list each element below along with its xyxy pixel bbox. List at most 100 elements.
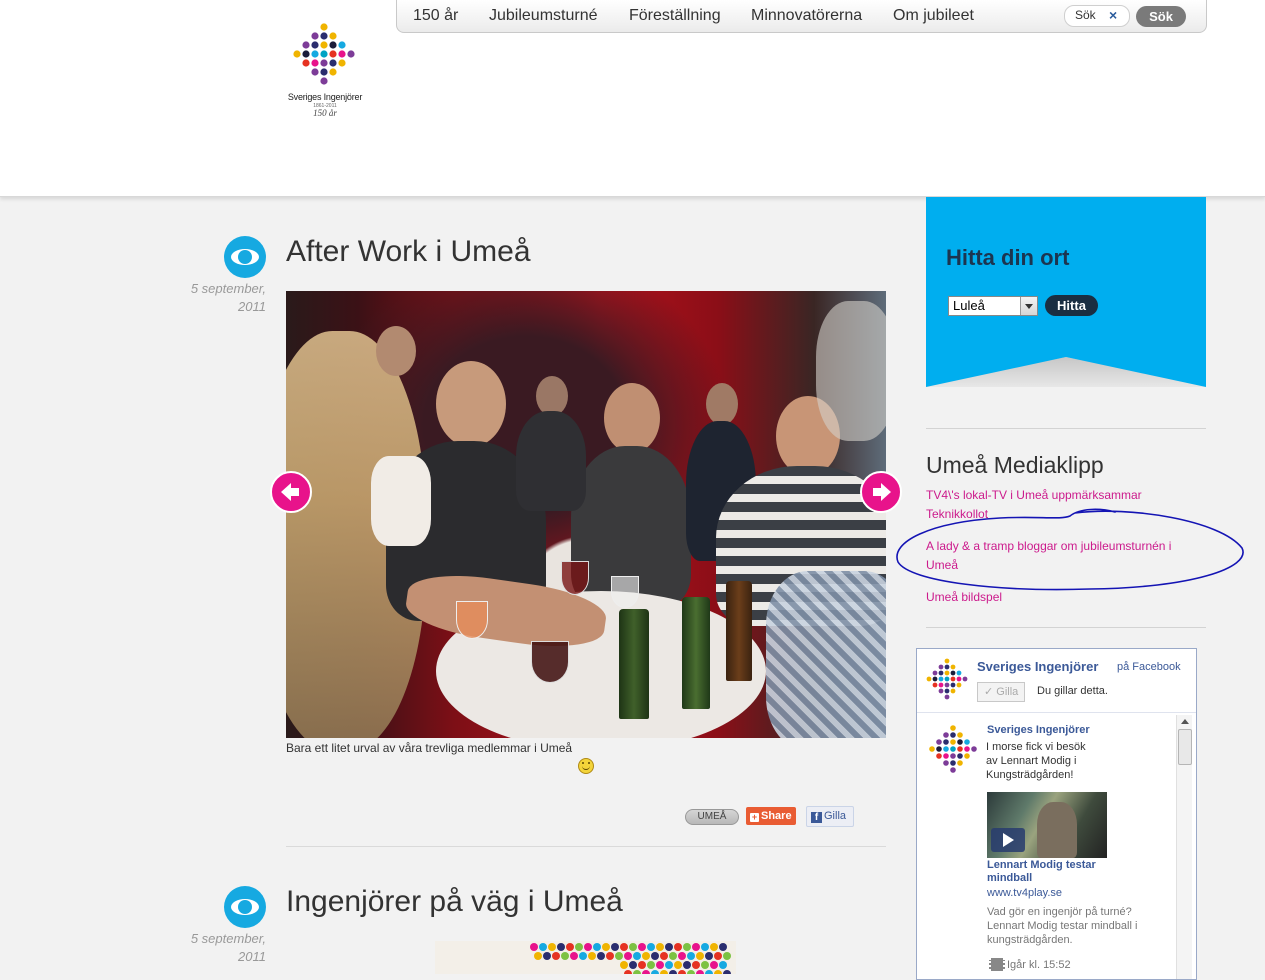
fb-page-name[interactable]: Sveriges Ingenjörer: [977, 659, 1098, 674]
photo-dot: [579, 952, 587, 960]
photo-dot: [620, 961, 628, 969]
photo-dot: [669, 952, 677, 960]
nav-item-om-jubileet[interactable]: Om jubileet: [893, 7, 974, 25]
post-date: 5 september, 2011: [188, 280, 266, 316]
photo-dot: [692, 943, 700, 951]
nav-item-jubileumsturne[interactable]: Jubileumsturné: [489, 7, 598, 25]
fb-video-thumbnail[interactable]: [987, 792, 1107, 858]
photo-dot: [651, 952, 659, 960]
logo-dot: [320, 77, 328, 85]
logo-dot: [338, 41, 346, 49]
site-logo[interactable]: Sveriges Ingenjörer 1861-2011 150 år: [284, 18, 366, 122]
post-caption: Bara ett litet urval av våra trevliga me…: [286, 741, 573, 755]
media-title: Umeå Mediaklipp: [926, 452, 1104, 478]
fb-like-button[interactable]: ✓ Gilla: [977, 682, 1025, 702]
logo-dot: [347, 50, 355, 58]
photo-dot: [660, 952, 668, 960]
logo-dot: [957, 739, 963, 745]
share-label: Share: [761, 810, 792, 822]
logo-dot: [929, 746, 935, 752]
photo-dot: [629, 943, 637, 951]
scroll-thumb[interactable]: [1178, 729, 1192, 765]
photo-dot: [719, 961, 727, 969]
fb-page-avatar[interactable]: [925, 657, 969, 701]
logo-dot: [329, 32, 337, 40]
check-icon: ✓: [984, 686, 994, 698]
logo-dot: [950, 682, 956, 688]
photo-dot: [633, 952, 641, 960]
post-divider: [286, 846, 886, 847]
logo-dot: [329, 50, 337, 58]
logo-dot: [932, 676, 938, 682]
facebook-like-button[interactable]: f Gilla: [806, 806, 854, 827]
post-title[interactable]: Ingenjörer på väg i Umeå: [286, 885, 623, 919]
photo-dot: [597, 952, 605, 960]
photo-dot: [552, 952, 560, 960]
photo-dot: [719, 943, 727, 951]
nav-item-minnovatorerna[interactable]: Minnovatörerna: [751, 7, 862, 25]
logo-dot: [944, 670, 950, 676]
logo-dot: [320, 59, 328, 67]
logo-dot: [957, 746, 963, 752]
previous-arrow-icon[interactable]: [270, 471, 312, 513]
tag-umea[interactable]: UMEÅ: [685, 809, 739, 825]
logo-dot: [329, 59, 337, 67]
find-button[interactable]: Hitta: [1045, 295, 1098, 316]
post-photo[interactable]: [286, 291, 886, 738]
logo-dot: [302, 50, 310, 58]
logo-dot: [943, 760, 949, 766]
post-title[interactable]: After Work i Umeå: [286, 235, 531, 269]
post-date-year: 2011: [238, 949, 266, 964]
photo-dot: [683, 943, 691, 951]
photo-dot: [615, 952, 623, 960]
photo-dot: [674, 943, 682, 951]
fb-post-avatar[interactable]: [927, 723, 979, 775]
find-title: Hitta din ort: [946, 245, 1070, 270]
logo-dot: [943, 746, 949, 752]
photo-dot: [557, 943, 565, 951]
fb-on-facebook[interactable]: på Facebook: [1117, 661, 1181, 673]
nav-item-forestallning[interactable]: Föreställning: [629, 7, 721, 25]
fb-divider: [917, 712, 1196, 713]
logo-dot: [956, 670, 962, 676]
photo-dot: [606, 952, 614, 960]
city-select-value: Luleå: [953, 298, 985, 313]
photo-dot: [660, 970, 668, 974]
post-photo[interactable]: [435, 941, 736, 974]
logo-dot: [938, 682, 944, 688]
fb-link-source[interactable]: www.tv4play.se: [987, 887, 1062, 899]
photo-dot: [638, 943, 646, 951]
logo-dot: [944, 688, 950, 694]
search-button[interactable]: Sök: [1136, 6, 1186, 27]
logo-dot: [943, 732, 949, 738]
logo-dot: [320, 32, 328, 40]
fb-post-author[interactable]: Sveriges Ingenjörer: [987, 724, 1090, 736]
fb-scrollbar[interactable]: [1176, 715, 1192, 979]
logo-dot: [293, 50, 301, 58]
logo-dot: [950, 767, 956, 773]
photo-dot: [692, 961, 700, 969]
photo-dot: [710, 943, 718, 951]
photo-dot: [624, 952, 632, 960]
photo-dot: [696, 952, 704, 960]
clear-icon[interactable]: ×: [1109, 7, 1117, 23]
share-plus-icon: +: [750, 812, 759, 822]
photo-dot: [611, 943, 619, 951]
search-field[interactable]: ×: [1064, 5, 1130, 27]
logo-dot: [926, 676, 932, 682]
city-select[interactable]: Luleå: [948, 296, 1038, 316]
search-input[interactable]: [1075, 8, 1111, 22]
logo-dot: [938, 676, 944, 682]
sidebar-divider: [926, 428, 1206, 429]
share-button[interactable]: + Share: [746, 807, 796, 825]
logo-dot: [311, 50, 319, 58]
chevron-down-icon[interactable]: [1020, 297, 1037, 315]
fb-link-title[interactable]: Lennart Modig testar mindball: [987, 859, 1117, 885]
play-icon[interactable]: [991, 828, 1025, 852]
scroll-up-icon[interactable]: [1181, 719, 1189, 724]
photo-dot: [687, 970, 695, 974]
logo-dots: [293, 23, 355, 85]
nav-item-150-ar[interactable]: 150 år: [413, 7, 458, 25]
logo-dot: [936, 753, 942, 759]
logo-dot: [320, 68, 328, 76]
